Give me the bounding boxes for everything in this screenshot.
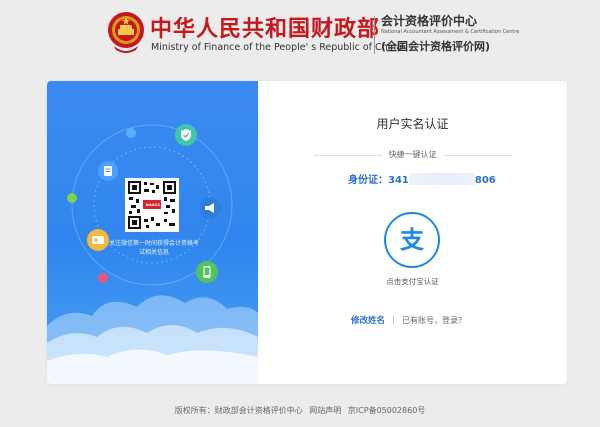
footer-copyright: 版权所有：财政部会计资格评价中心 [174, 406, 303, 415]
id-mask [408, 173, 475, 185]
footer-statement-link[interactable]: 网站声明 [309, 406, 341, 415]
site-footer: 版权所有：财政部会计资格评价中心 网站声明 京ICP备05002860号 [0, 405, 600, 416]
alipay-caption: 点击支付宝认证 [386, 277, 439, 286]
ministry-name-en: Ministry of Finance of the People' s Rep… [151, 42, 403, 53]
alipay-auth-button[interactable]: 支 [384, 212, 440, 268]
center-website-name: (全国会计资格评价网) [381, 40, 491, 53]
footer-icp: 京ICP备05002860号 [347, 406, 426, 415]
id-prefix: 身份证： [348, 175, 388, 186]
national-emblem-icon [108, 12, 144, 53]
auth-card: NAACC 关注微信第一时间获得会计资格考试相关信息 用户实名认证 快捷一键认证… [47, 81, 567, 384]
shield-check-icon [175, 124, 197, 146]
quick-auth-label: 快捷一键认证 [388, 150, 437, 159]
id-visible-end: 806 [474, 175, 496, 186]
center-name-cn: 会计资格评价中心 [381, 14, 478, 28]
qr-badge-text: NAACC [145, 202, 161, 207]
megaphone-icon [199, 197, 221, 219]
login-link[interactable]: 已有账号，登录? [402, 316, 462, 325]
document-icon [98, 161, 118, 181]
auth-panel: 用户实名认证 快捷一键认证 身份证：341 806 支 点击支付宝认证 修改姓名 已… [258, 81, 567, 384]
qr-caption: 关注微信第一时间获得会计资格考试相关信息 [109, 240, 200, 256]
wechat-qr-code: NAACC [125, 178, 179, 232]
auth-links: 修改姓名 已有账号，登录? [351, 314, 462, 326]
mobile-phone-icon [196, 261, 218, 283]
header-divider [374, 16, 375, 54]
id-visible-start: 341 [388, 175, 409, 186]
site-header: 中华人民共和国财政部 Ministry of Finance of the Pe… [0, 0, 600, 74]
certificate-icon [87, 229, 109, 251]
edit-name-link[interactable]: 修改姓名 [351, 316, 385, 326]
center-name-en: National Accountant Assessment & Certifi… [381, 29, 520, 35]
id-number-display: 身份证：341 806 [348, 171, 496, 186]
ministry-name-cn: 中华人民共和国财政部 [150, 17, 381, 42]
auth-title: 用户实名认证 [376, 117, 449, 131]
alipay-icon: 支 [400, 226, 424, 254]
wechat-promo-panel: NAACC 关注微信第一时间获得会计资格考试相关信息 [47, 81, 258, 384]
link-separator [393, 316, 395, 324]
